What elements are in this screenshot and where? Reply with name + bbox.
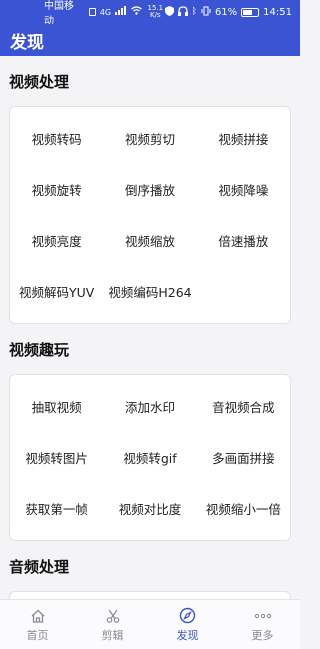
nav-label: 首页 <box>26 628 49 642</box>
section-video-processing: 视频处理 视频转码 视频剪切 视频拼接视频旋转 倒序播放 视频降噪视频亮度 视频缩放 倍速播… <box>0 56 300 324</box>
feature-item[interactable]: 视频亮度 <box>10 215 103 266</box>
feature-item[interactable]: 视频降噪 <box>197 164 290 215</box>
page-title: 发现 <box>10 32 44 53</box>
more-icon <box>254 607 272 625</box>
feature-item[interactable]: 多画面拼接 <box>197 432 290 483</box>
compass-icon <box>179 607 197 625</box>
signal-icon <box>115 6 127 18</box>
feature-item[interactable]: 抽取视频 <box>10 381 103 432</box>
section-video-fun: 视频趣玩 抽取视频 添加水印 音视频合成 视频转图片 视频转gif 多画面拼接 获取第一帧视… <box>0 324 300 541</box>
feature-item[interactable]: 视频编码H264 <box>103 266 196 317</box>
nav-more[interactable]: 更多 <box>225 600 300 649</box>
nav-home[interactable]: 首页 <box>0 600 75 649</box>
app-bar: 发现 <box>0 24 300 56</box>
carrier-label: 中国移动 <box>44 1 74 27</box>
feature-item[interactable]: 倒序播放 <box>103 164 196 215</box>
wifi-icon <box>131 6 143 18</box>
feature-item[interactable]: 添加水印 <box>103 381 196 432</box>
nav-edit[interactable]: 剪辑 <box>75 600 150 649</box>
network-label: 4G <box>99 7 112 17</box>
headset-icon <box>177 5 188 19</box>
section-title: 音频处理 <box>9 557 70 576</box>
feature-item[interactable]: 视频对比度 <box>103 483 196 534</box>
section-title: 视频处理 <box>9 72 70 91</box>
feature-item[interactable]: 视频转gif <box>103 432 196 483</box>
battery-icon <box>241 7 260 17</box>
nav-label: 更多 <box>251 628 274 642</box>
battery-percent: 61% <box>214 6 238 18</box>
feature-item[interactable]: 获取第一帧 <box>10 483 103 534</box>
feature-card: 混音音频转码音频剪切 <box>9 591 291 599</box>
section-audio-processing: 音频处理 混音音频转码音频剪切 <box>0 541 300 599</box>
bottom-nav: 首页 剪辑 发现 更多 <box>0 599 300 649</box>
nav-discover[interactable]: 发现 <box>150 600 225 649</box>
clock: 14:51 <box>263 6 292 18</box>
nav-label: 剪辑 <box>101 628 124 642</box>
feature-item[interactable]: 音视频合成 <box>197 381 290 432</box>
feature-item[interactable]: 视频缩小一倍 <box>197 483 290 534</box>
vibrate-icon <box>201 6 211 19</box>
section-title: 视频趣玩 <box>9 340 70 359</box>
status-bar: 中国移动 4G 15.1 K/s ᛒ 61% 14:51 <box>0 0 300 27</box>
feature-card: 视频转码 视频剪切 视频拼接视频旋转 倒序播放 视频降噪视频亮度 视频缩放 倍速播放视频解码… <box>9 106 291 324</box>
scissors-icon <box>104 607 122 625</box>
home-icon <box>29 607 47 625</box>
feature-item[interactable]: 视频旋转 <box>10 164 103 215</box>
feature-item[interactable]: 视频缩放 <box>103 215 196 266</box>
feature-item[interactable]: 视频转图片 <box>10 432 103 483</box>
bluetooth-icon: ᛒ <box>191 7 197 17</box>
feature-item[interactable]: 视频解码YUV <box>10 266 103 317</box>
feature-item[interactable]: 视频转码 <box>10 113 103 164</box>
feature-item[interactable]: 倍速播放 <box>197 215 290 266</box>
feature-item[interactable]: 视频剪切 <box>103 113 196 164</box>
sim-icon <box>88 8 96 16</box>
feature-card: 抽取视频 添加水印 音视频合成视频转图片 视频转gif 多画面拼接获取第一帧 视频对比度视… <box>9 374 291 541</box>
feature-item[interactable]: 视频拼接 <box>197 113 290 164</box>
network-speed: 15.1 K/s <box>147 4 164 19</box>
shield-icon <box>164 5 174 19</box>
nav-label: 发现 <box>176 628 199 642</box>
content-scroll[interactable]: 视频处理 视频转码 视频剪切 视频拼接视频旋转 倒序播放 视频降噪视频亮度 视频缩放 倍速播… <box>0 56 300 599</box>
